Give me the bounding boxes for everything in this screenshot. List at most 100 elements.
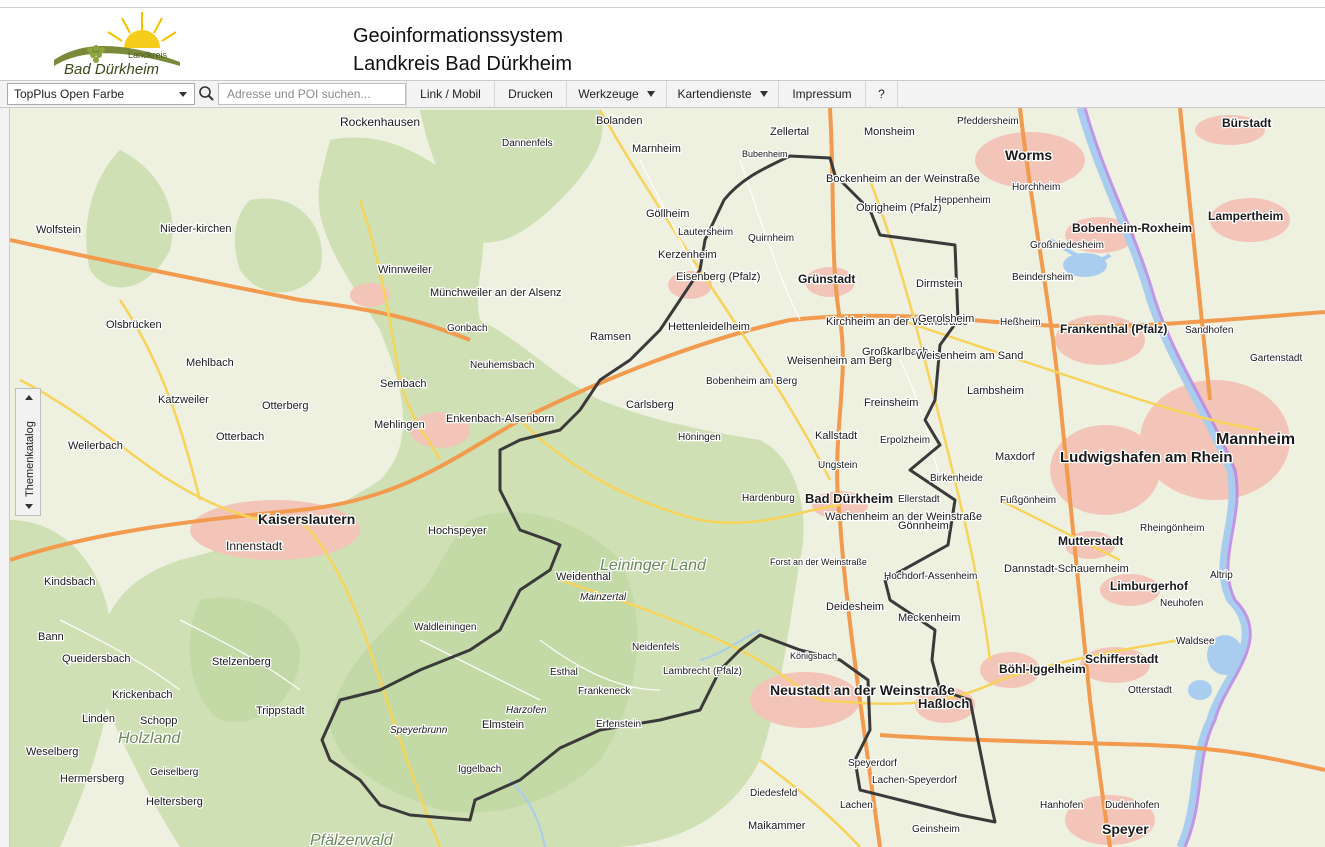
- map-place-label: Lautersheim: [678, 227, 733, 238]
- map-place-label: Dudenhofen: [1105, 800, 1160, 811]
- map-place-label: Stelzenberg: [212, 656, 271, 668]
- map-place-label: Hanhofen: [1040, 800, 1083, 811]
- map-place-label: Otterberg: [262, 400, 308, 412]
- map-place-label: Monsheim: [864, 126, 915, 138]
- map-place-label: Ludwigshafen am Rhein: [1060, 449, 1233, 466]
- map-place-label: Harzofen: [506, 705, 547, 716]
- title-line-1: Geoinformationssystem: [353, 25, 564, 47]
- map-place-label: Innenstadt: [226, 539, 283, 553]
- map-place-label: Bobenheim am Berg: [706, 376, 797, 387]
- map-place-label: Gönnheim: [898, 520, 949, 532]
- map-place-label: Worms: [1005, 147, 1052, 163]
- map-place-label: Speyer: [1102, 821, 1149, 837]
- map-place-label: Neidenfels: [632, 642, 679, 653]
- map-place-label: Lachen: [840, 800, 873, 811]
- map-place-label: Königsbach: [790, 651, 837, 661]
- map-place-label: Dannstadt-Schauernheim: [1004, 563, 1129, 575]
- title-line-2: Landkreis Bad Dürkheim: [353, 53, 572, 75]
- map-place-label: Hermersberg: [60, 773, 124, 785]
- map-place-label: Gonbach: [447, 323, 488, 334]
- print-button[interactable]: Drucken: [494, 81, 566, 107]
- theme-catalog-tab[interactable]: Themenkatalog: [15, 388, 41, 516]
- link-mobile-label: Link / Mobil: [420, 87, 481, 101]
- help-label: ?: [878, 87, 885, 101]
- map-place-label: Leininger Land: [600, 557, 707, 574]
- map-place-label: Ungstein: [818, 460, 857, 471]
- map-place-label: Weilerbach: [68, 440, 123, 452]
- map-place-label: Haßloch: [918, 696, 969, 711]
- map-place-label: Weidenthal: [556, 571, 611, 583]
- map-place-label: Bad Dürkheim: [805, 491, 893, 506]
- map-place-label: Hochspeyer: [428, 525, 487, 537]
- map-place-label: Otterbach: [216, 431, 264, 443]
- map-place-label: Enkenbach-Alsenborn: [446, 413, 554, 425]
- map-place-label: Neuhemsbach: [470, 360, 534, 371]
- map-place-label: Trippstadt: [256, 705, 305, 717]
- map-place-label: Dannenfels: [502, 138, 553, 149]
- map-place-label: Hardenburg: [742, 493, 795, 504]
- map-place-label: Krickenbach: [112, 689, 173, 701]
- map-place-label: Iggelbach: [458, 764, 501, 775]
- map-services-menu-button[interactable]: Kartendienste: [666, 81, 778, 107]
- map-place-label: Katzweiler: [158, 394, 209, 406]
- map-place-label: Freinsheim: [864, 397, 918, 409]
- map-place-label: Rheingönheim: [1140, 523, 1205, 534]
- map-place-label: Diedesfeld: [750, 788, 797, 799]
- help-button[interactable]: ?: [865, 81, 898, 107]
- map-place-label: Schifferstadt: [1085, 652, 1158, 666]
- map-place-label: Waldleiningen: [414, 622, 476, 633]
- map-place-label: Olsbrücken: [106, 319, 162, 331]
- map-place-label: Nieder-kirchen: [160, 223, 232, 235]
- map-place-label: Lambsheim: [967, 385, 1024, 397]
- map-place-label: Großniedesheim: [1030, 240, 1104, 251]
- imprint-button[interactable]: Impressum: [778, 81, 865, 107]
- map-place-label: Böhl-Iggelheim: [999, 662, 1086, 676]
- topographic-map: Bolanden Zellertal Monsheim Pfeddersheim Wor…: [10, 108, 1325, 847]
- basemap-select[interactable]: TopPlus Open Farbe: [7, 83, 195, 105]
- map-left-edge: [0, 108, 10, 847]
- map-place-label: Mehlingen: [374, 419, 425, 431]
- map-canvas[interactable]: Bolanden Zellertal Monsheim Pfeddersheim Wor…: [10, 108, 1325, 847]
- map-place-label: Speyerdorf: [848, 758, 897, 769]
- map-place-label: Hettenleidelheim: [668, 321, 750, 333]
- map-place-label: Ramsen: [590, 331, 631, 343]
- map-place-label: Grünstadt: [798, 272, 855, 286]
- tools-menu-button[interactable]: Werkzeuge: [566, 81, 666, 107]
- chevron-down-icon: [25, 504, 33, 509]
- imprint-label: Impressum: [792, 87, 852, 101]
- map-place-label: Linden: [82, 713, 115, 725]
- map-place-label: Geiselberg: [150, 767, 198, 778]
- basemap-select-value: TopPlus Open Farbe: [14, 87, 125, 101]
- map-place-label: Marnheim: [632, 143, 681, 155]
- map-place-label: Weselberg: [26, 746, 78, 758]
- chevron-down-icon: [646, 90, 655, 97]
- map-place-label: Sandhofen: [1185, 325, 1233, 336]
- map-place-label: Quirnheim: [748, 233, 794, 244]
- tools-label: Werkzeuge: [578, 87, 639, 101]
- map-place-label: Zellertal: [770, 126, 809, 138]
- map-place-label: Pfeddersheim: [957, 116, 1019, 127]
- map-place-label: Frankeneck: [578, 686, 631, 697]
- map-place-label: Ellerstadt: [898, 494, 940, 505]
- logo-large-text: Bad Dürkheim: [64, 61, 159, 78]
- page-header: Landkreis Bad Dürkheim Geoinformationssy…: [0, 8, 1325, 80]
- chevron-down-icon: [759, 90, 768, 97]
- search-input[interactable]: [218, 83, 406, 105]
- map-place-label: Lampertheim: [1208, 209, 1283, 223]
- search-icon[interactable]: [197, 83, 217, 105]
- map-place-label: Meckenheim: [898, 612, 960, 624]
- map-place-label: Mainzertal: [580, 592, 627, 603]
- link-mobile-button[interactable]: Link / Mobil: [406, 81, 494, 107]
- map-place-label: Kaiserslautern: [258, 511, 355, 527]
- map-place-label: Maxdorf: [995, 451, 1036, 463]
- district-logo[interactable]: Landkreis Bad Dürkheim: [50, 8, 185, 78]
- map-place-label: Bolanden: [596, 115, 643, 127]
- map-place-label: Speyerbrunn: [390, 725, 448, 736]
- map-place-label: Weisenheim am Sand: [916, 350, 1023, 362]
- map-place-label: Beindersheim: [1012, 272, 1073, 283]
- map-place-label: Fußgönheim: [1000, 495, 1056, 506]
- map-place-label: Holzland: [118, 730, 181, 747]
- map-place-label: Geinsheim: [912, 824, 960, 835]
- map-place-label: Bobenheim-Roxheim: [1072, 221, 1192, 235]
- map-place-label: Mutterstadt: [1058, 534, 1123, 548]
